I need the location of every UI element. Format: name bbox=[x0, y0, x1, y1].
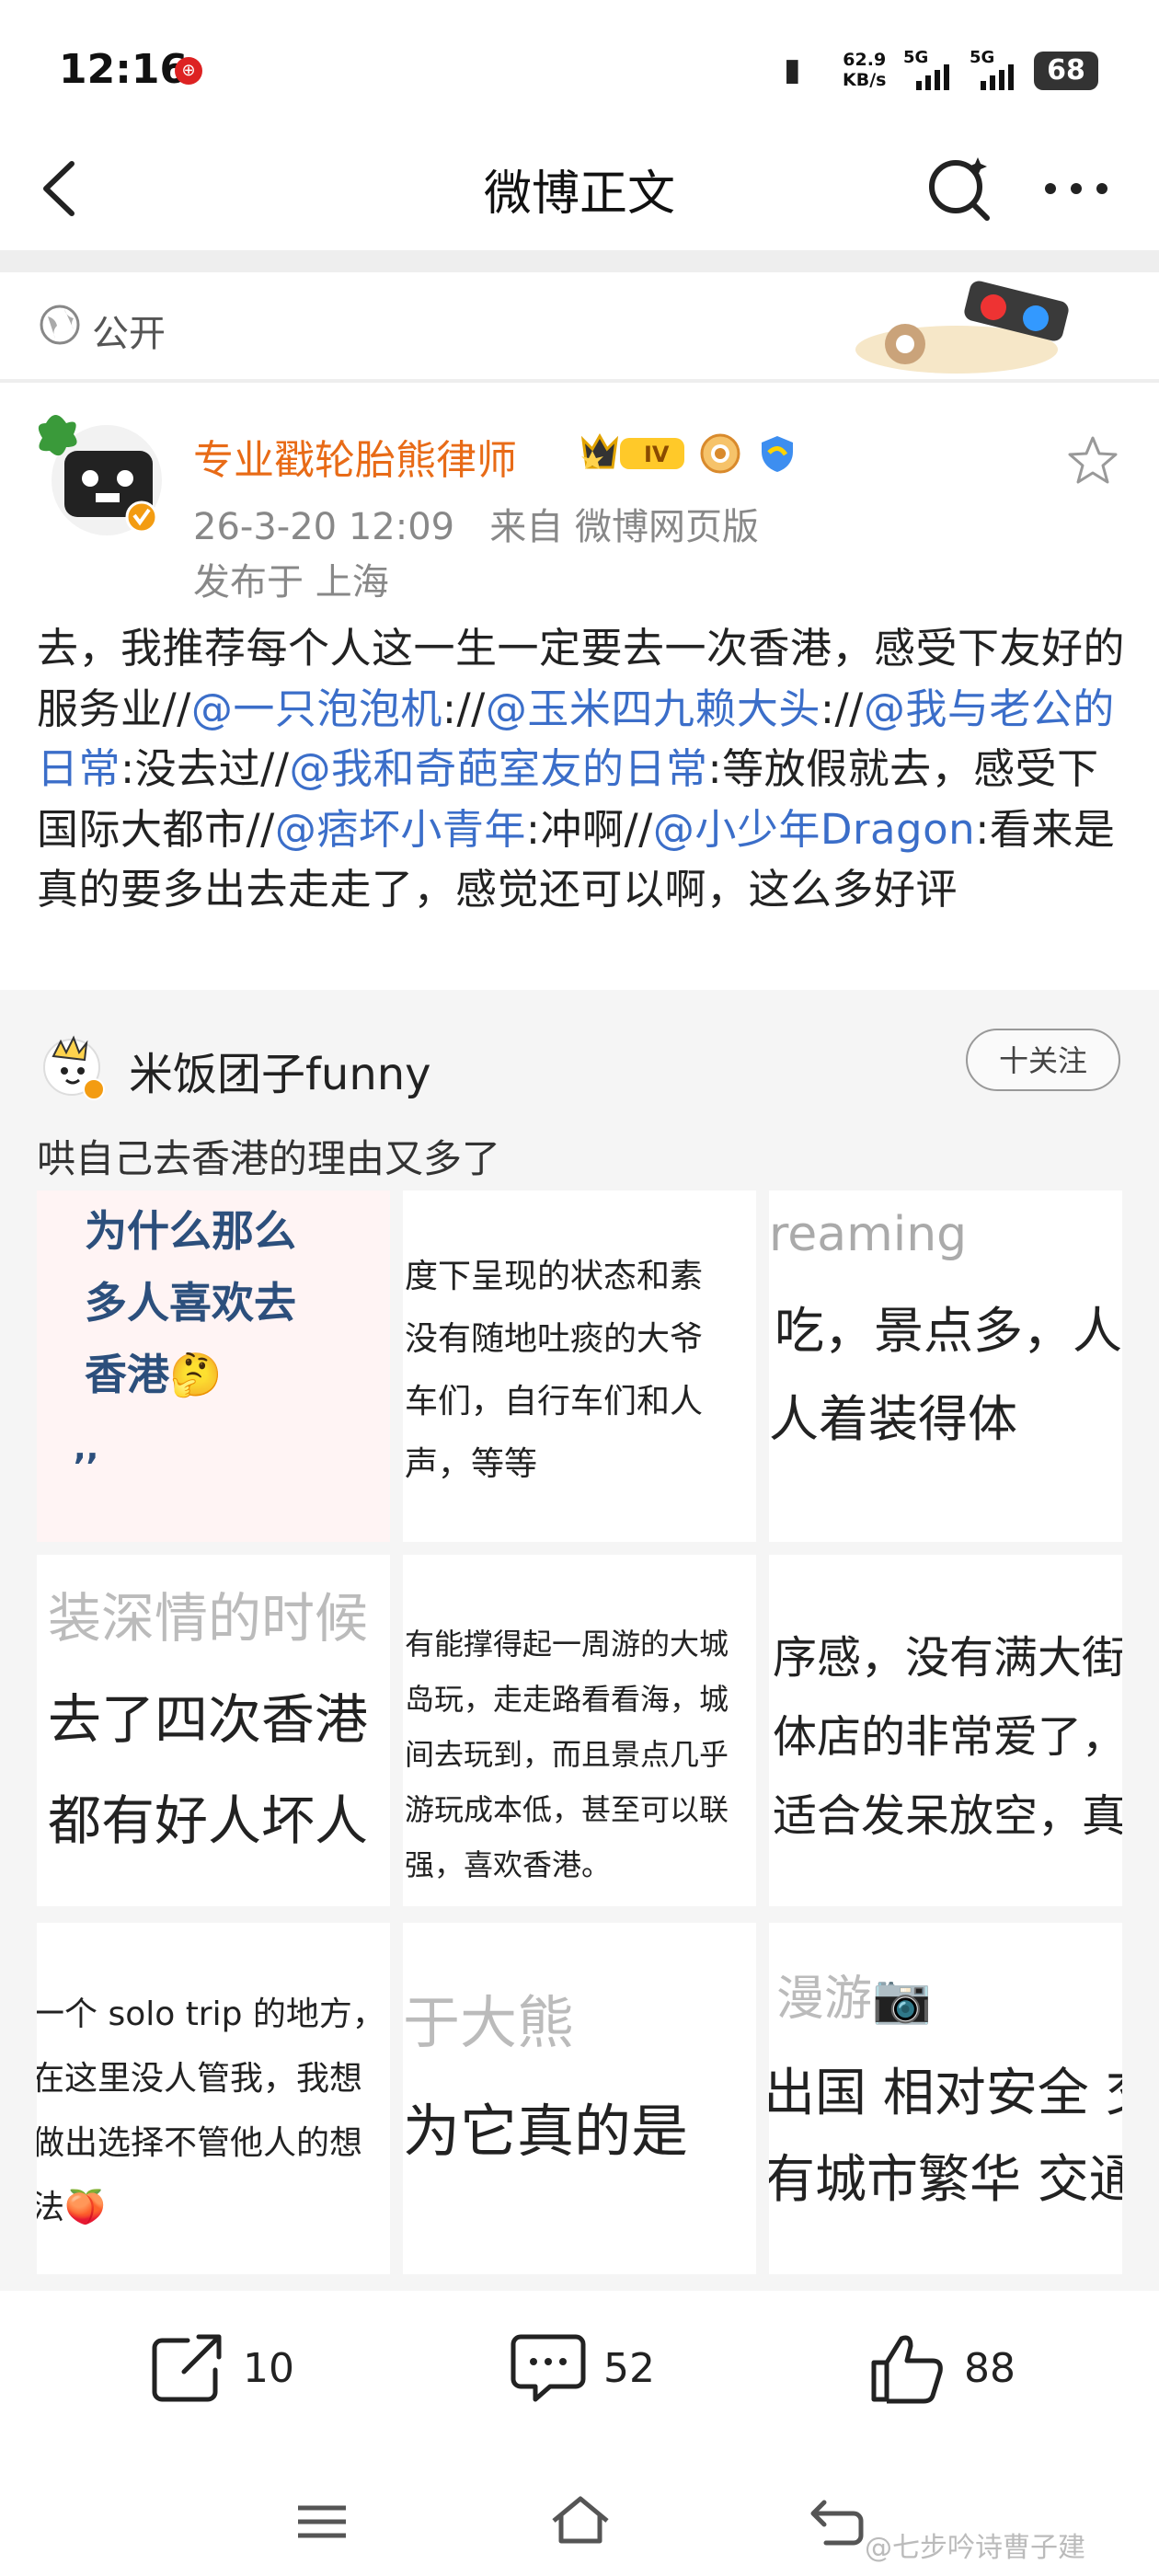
decoration-sticker[interactable] bbox=[855, 276, 1084, 375]
post-time-source: 26-3-20 12:09 来自 微博网页版 bbox=[193, 506, 759, 548]
network-speed: 62.9 KB/s bbox=[843, 50, 886, 90]
home-icon bbox=[552, 2496, 609, 2544]
author-avatar[interactable] bbox=[37, 403, 162, 537]
watermark-text: @七步吟诗曹子建 bbox=[865, 2532, 1085, 2564]
back-system-button[interactable] bbox=[808, 2497, 866, 2550]
mention-link[interactable]: @我和奇葩室友的日常 bbox=[290, 744, 708, 793]
image-text: 强，喜欢香港。 bbox=[405, 1847, 612, 1882]
image-text: 人着装得体 bbox=[769, 1390, 1017, 1448]
repost-author-avatar[interactable] bbox=[37, 1029, 110, 1102]
more-dots-icon bbox=[1045, 183, 1107, 194]
status-time: 12:16 bbox=[59, 46, 189, 93]
menu-icon bbox=[298, 2505, 346, 2538]
image-text: 游玩成本低，甚至可以联 bbox=[405, 1792, 729, 1827]
globe-icon bbox=[39, 304, 81, 346]
image-text: 漫游📷 bbox=[776, 1972, 932, 2027]
section-divider bbox=[0, 379, 1159, 383]
image-text: ,, bbox=[74, 1430, 99, 1467]
image-text: 车们，自行车们和人 bbox=[405, 1383, 704, 1420]
share-icon bbox=[152, 2334, 222, 2402]
home-button[interactable] bbox=[548, 2493, 613, 2552]
recent-apps-button[interactable] bbox=[294, 2499, 350, 2548]
thumbs-up-icon bbox=[871, 2335, 943, 2404]
image-text: 在这里没人管我，我想 bbox=[37, 2060, 363, 2098]
image-text: 适合发呆放空，真 bbox=[773, 1790, 1122, 1842]
post-location: 发布于 上海 bbox=[193, 561, 389, 604]
post-text: :// bbox=[442, 684, 486, 733]
repost-button[interactable]: 10 bbox=[147, 2331, 294, 2405]
post-text: :没去过// bbox=[120, 744, 290, 793]
image-text: 间去玩到，而且景点几乎 bbox=[405, 1737, 729, 1772]
verified-shield-icon[interactable] bbox=[756, 432, 798, 475]
image-thumbnail[interactable]: 序感，没有满大街 体店的非常爱了， 适合发呆放空，真 bbox=[769, 1555, 1122, 1906]
mention-link[interactable]: @痞坏小青年 bbox=[275, 805, 526, 854]
post-text: :// bbox=[820, 684, 864, 733]
network-speed-unit: KB/s bbox=[843, 70, 887, 90]
image-thumbnail[interactable]: 装深情的时候 去了四次香港 都有好人坏人 bbox=[37, 1555, 390, 1906]
image-text: 有城市繁华 交通 bbox=[769, 2150, 1122, 2210]
mention-link[interactable]: @小少年Dragon bbox=[653, 805, 975, 854]
image-text: 一个 solo trip 的地方， bbox=[37, 1995, 385, 2033]
image-text: 为它真的是 bbox=[403, 2098, 689, 2165]
more-button[interactable] bbox=[1039, 156, 1113, 221]
image-thumbnail[interactable]: 为什么那么多人喜欢去香港🤔,, bbox=[37, 1190, 390, 1542]
return-icon bbox=[810, 2500, 864, 2546]
favorite-star-button[interactable] bbox=[1067, 434, 1119, 486]
image-text: 去了四次香港 bbox=[48, 1688, 369, 1751]
mention-link[interactable]: @玉米四九赖大头 bbox=[486, 684, 820, 733]
image-text: 装深情的时候 bbox=[48, 1587, 369, 1650]
repost-text: 哄自己去香港的理由又多了 bbox=[37, 1136, 501, 1181]
comment-icon bbox=[511, 2334, 586, 2402]
follow-button[interactable]: 十关注 bbox=[966, 1029, 1120, 1091]
author-name[interactable]: 专业戳轮胎熊律师 bbox=[193, 427, 517, 486]
search-button[interactable] bbox=[924, 152, 994, 222]
image-text: 岛玩，走走路看看海，城 bbox=[405, 1682, 729, 1717]
image-text: 多人喜欢去 bbox=[85, 1278, 296, 1328]
post-text: :冲啊// bbox=[525, 804, 653, 854]
image-text: 出国 相对安全 交 bbox=[769, 2064, 1122, 2123]
image-thumbnail[interactable]: 一个 solo trip 的地方， 在这里没人管我，我想 做出选择不管他人的想 法🍑 bbox=[37, 1923, 390, 2274]
image-text: 声，等等 bbox=[405, 1445, 538, 1483]
image-text: 吃，景点多，人 bbox=[775, 1302, 1122, 1360]
visibility-label: 公开 bbox=[92, 313, 166, 355]
image-text: 香港🤔 bbox=[85, 1350, 223, 1399]
image-text: 序感，没有满大街 bbox=[773, 1632, 1122, 1684]
image-thumbnail[interactable]: 有能撑得起一周游的大城 岛玩，走走路看看海，城 间去玩到，而且景点几乎 游玩成本低，甚… bbox=[403, 1555, 756, 1906]
like-count: 88 bbox=[964, 2344, 1016, 2392]
image-thumbnail[interactable]: 漫游📷 出国 相对安全 交有城市繁华 交通 bbox=[769, 1923, 1122, 2274]
medal-icon[interactable] bbox=[699, 432, 741, 475]
image-text: 有能撑得起一周游的大城 bbox=[405, 1627, 729, 1662]
image-text: 没有随地吐痰的大爷 bbox=[405, 1320, 704, 1358]
star-icon bbox=[1068, 436, 1118, 484]
repost-count: 10 bbox=[243, 2344, 294, 2392]
image-text: 法🍑 bbox=[37, 2189, 106, 2226]
repost-author-name[interactable]: 米饭团子funny bbox=[129, 1038, 431, 1102]
image-text: 都有好人坏人 bbox=[48, 1789, 369, 1852]
signal-icon bbox=[916, 61, 949, 90]
comment-count: 52 bbox=[603, 2344, 655, 2392]
image-thumbnail[interactable]: reaming 吃，景点多，人人着装得体 bbox=[769, 1190, 1122, 1542]
mention-link[interactable]: @一只泡泡机 bbox=[191, 684, 442, 733]
image-text: 为什么那么 bbox=[85, 1206, 296, 1256]
battery-icon: 68 bbox=[1034, 52, 1098, 90]
search-icon bbox=[929, 157, 990, 221]
bank-app-icon: ⊕ bbox=[175, 57, 202, 85]
svg-text:IV: IV bbox=[644, 442, 670, 467]
post-body: 去，我推荐每个人这一生一定要去一次香港，感受下友好的服务业//@一只泡泡机://… bbox=[37, 618, 1131, 920]
signal-icon bbox=[981, 61, 1014, 90]
network-speed-value: 62.9 bbox=[843, 50, 887, 70]
image-text: 做出选择不管他人的想 bbox=[37, 2124, 363, 2162]
vibrate-icon: ▮ bbox=[784, 52, 801, 88]
image-text: 于大熊 bbox=[403, 1989, 575, 2056]
image-text: 体店的非常爱了， bbox=[773, 1711, 1122, 1763]
like-button[interactable]: 88 bbox=[868, 2331, 1016, 2405]
section-divider bbox=[0, 250, 1159, 272]
image-thumbnail[interactable]: 度下呈现的状态和素 没有随地吐痰的大爷 车们，自行车们和人 声，等等 bbox=[403, 1190, 756, 1542]
image-text: 度下呈现的状态和素 bbox=[405, 1258, 704, 1295]
image-thumbnail[interactable]: 于大熊 为它真的是 bbox=[403, 1923, 756, 2274]
member-level-badge[interactable]: IV bbox=[580, 431, 690, 480]
image-text: reaming bbox=[769, 1207, 968, 1262]
comment-button[interactable]: 52 bbox=[510, 2331, 655, 2405]
